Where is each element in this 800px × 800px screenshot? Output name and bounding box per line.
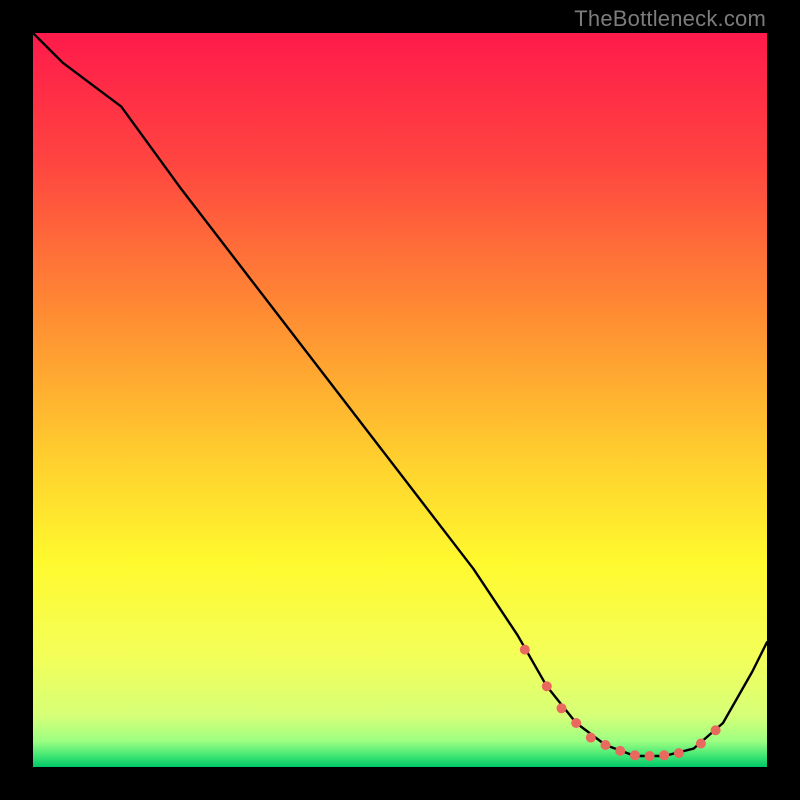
marker-point xyxy=(645,751,655,761)
chart-frame: TheBottleneck.com xyxy=(0,0,800,800)
plot-area xyxy=(33,33,767,767)
bottleneck-curve xyxy=(33,33,767,756)
marker-point xyxy=(711,725,721,735)
marker-point xyxy=(659,750,669,760)
marker-point xyxy=(615,746,625,756)
curve-layer xyxy=(33,33,767,767)
marker-point xyxy=(586,733,596,743)
watermark-text: TheBottleneck.com xyxy=(574,6,766,32)
marker-point xyxy=(542,681,552,691)
marker-point xyxy=(557,703,567,713)
marker-point xyxy=(520,645,530,655)
marker-point xyxy=(696,739,706,749)
marker-point xyxy=(674,748,684,758)
marker-point xyxy=(571,718,581,728)
marker-point xyxy=(601,740,611,750)
marker-point xyxy=(630,750,640,760)
